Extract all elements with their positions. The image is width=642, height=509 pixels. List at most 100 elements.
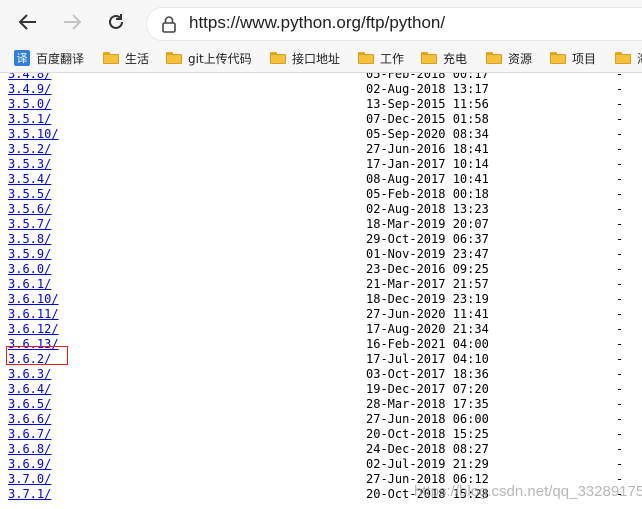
file-size: - [616, 292, 624, 306]
folder-icon [270, 52, 286, 64]
file-size: - [616, 157, 624, 171]
modified-date: 01-Nov-2019 23:47 [366, 247, 489, 261]
directory-link[interactable]: 3.5.10/ [8, 127, 59, 142]
directory-link[interactable]: 3.5.7/ [8, 217, 51, 232]
directory-link[interactable]: 3.5.9/ [8, 247, 51, 262]
directory-link[interactable]: 3.6.4/ [8, 382, 51, 397]
arrow-left-icon [18, 14, 36, 30]
file-size: - [616, 277, 624, 291]
listing-row: 3.6.5/28-Mar-2018 17:35 - [0, 397, 642, 412]
modified-date: 27-Jun-2016 18:41 [366, 142, 489, 156]
directory-link[interactable]: 3.6.9/ [8, 457, 51, 472]
directory-link[interactable]: 3.7.1/ [8, 487, 51, 502]
directory-link[interactable]: 3.6.6/ [8, 412, 51, 427]
listing-row: 3.6.6/27-Jun-2018 06:00 - [0, 412, 642, 427]
modified-date: 02-Jul-2019 21:29 [366, 457, 489, 471]
directory-link[interactable]: 3.4.8/ [8, 73, 51, 82]
bookmark-folder-shenghuo[interactable]: 生活 [103, 48, 149, 68]
modified-date: 02-Aug-2018 13:17 [366, 82, 489, 96]
listing-row: 3.6.3/03-Oct-2017 18:36 - [0, 367, 642, 382]
listing-row: 3.6.1/21-Mar-2017 21:57 - [0, 277, 642, 292]
url-text[interactable]: https://www.python.org/ftp/python/ [189, 13, 445, 33]
bookmark-folder-gongzuo[interactable]: 工作 [358, 48, 404, 68]
bookmarks-bar: 译 百度翻译 生活 git上传代码 接口地址 工作 充电 资源 项目 海 [0, 44, 642, 73]
listing-row: 3.5.5/05-Feb-2018 00:18 - [0, 187, 642, 202]
highlight-box [6, 346, 68, 365]
file-size: - [616, 127, 624, 141]
directory-listing: 3.4.8/05-Feb-2018 00:17 - 3.4.9/02-Aug-20… [0, 73, 642, 509]
directory-link[interactable]: 3.5.5/ [8, 187, 51, 202]
file-size: - [616, 247, 624, 261]
bookmark-label: 接口地址 [292, 51, 341, 66]
file-size: - [616, 367, 624, 381]
directory-link[interactable]: 3.6.10/ [8, 292, 59, 307]
address-bar[interactable]: https://www.python.org/ftp/python/ [146, 7, 642, 41]
file-size: - [616, 97, 624, 111]
listing-row-highlighted: 3.6.13/16-Feb-2021 04:00- [0, 337, 642, 352]
folder-icon [486, 52, 502, 64]
directory-link[interactable]: 3.6.11/ [8, 307, 59, 322]
reload-button[interactable] [102, 8, 130, 36]
file-size: - [616, 262, 624, 276]
modified-date: 24-Dec-2018 08:27 [366, 442, 489, 456]
modified-date: 17-Aug-2020 21:34 [366, 322, 489, 336]
bookmark-folder-chongdian[interactable]: 充电 [421, 48, 467, 68]
bookmark-folder-hai[interactable]: 海 [615, 48, 642, 68]
reload-icon [109, 14, 123, 29]
listing-row: 3.6.12/17-Aug-2020 21:34 - [0, 322, 642, 337]
modified-date: 18-Mar-2019 20:07 [366, 217, 489, 231]
bookmark-baidu-fanyi[interactable]: 译 百度翻译 [14, 48, 84, 68]
file-size: - [616, 142, 624, 156]
modified-date: 21-Mar-2017 21:57 [366, 277, 489, 291]
modified-date: 27-Jun-2020 11:41 [366, 307, 489, 321]
watermark: https://blog.csdn.net/qq_33289175 [414, 483, 642, 500]
directory-link[interactable]: 3.6.12/ [8, 322, 59, 337]
directory-link[interactable]: 3.5.2/ [8, 142, 51, 157]
bookmark-label: git上传代码 [188, 51, 252, 66]
forward-button[interactable] [58, 8, 86, 36]
modified-date: 07-Dec-2015 01:58 [366, 112, 489, 126]
directory-link[interactable]: 3.7.0/ [8, 472, 51, 487]
directory-link[interactable]: 3.6.7/ [8, 427, 51, 442]
file-size: - [616, 397, 624, 411]
listing-row: 3.6.7/20-Oct-2018 15:25 - [0, 427, 642, 442]
file-size: - [616, 457, 624, 471]
listing-row: 3.4.8/05-Feb-2018 00:17 - [0, 73, 642, 82]
bookmark-folder-git[interactable]: git上传代码 [166, 48, 252, 68]
modified-date: 05-Feb-2018 00:18 [366, 187, 489, 201]
browser-toolbar: https://www.python.org/ftp/python/ [0, 0, 642, 44]
directory-link[interactable]: 3.6.3/ [8, 367, 51, 382]
file-size: - [616, 202, 624, 216]
bookmark-label: 资源 [508, 51, 533, 66]
directory-link[interactable]: 3.5.1/ [8, 112, 51, 127]
folder-icon [550, 52, 566, 64]
file-size: - [616, 112, 624, 126]
directory-link[interactable]: 3.6.5/ [8, 397, 51, 412]
directory-link[interactable]: 3.5.8/ [8, 232, 51, 247]
listing-row: 3.6.4/19-Dec-2017 07:20 - [0, 382, 642, 397]
directory-link[interactable]: 3.5.6/ [8, 202, 51, 217]
file-size: - [616, 382, 624, 396]
bookmark-folder-jiekou[interactable]: 接口地址 [270, 48, 340, 68]
directory-link[interactable]: 3.6.8/ [8, 442, 51, 457]
arrow-right-icon [64, 14, 82, 30]
listing-row: 3.5.1/07-Dec-2015 01:58 - [0, 112, 642, 127]
folder-icon [358, 52, 374, 64]
file-size: - [616, 352, 624, 366]
modified-date: 17-Jan-2017 10:14 [366, 157, 489, 171]
modified-date: 08-Aug-2017 10:41 [366, 172, 489, 186]
folder-icon [421, 52, 437, 64]
listing-row: 3.6.11/27-Jun-2020 11:41 - [0, 307, 642, 322]
folder-icon [615, 52, 631, 64]
directory-link[interactable]: 3.6.1/ [8, 277, 51, 292]
file-size: - [616, 337, 624, 351]
bookmark-folder-ziyuan[interactable]: 资源 [486, 48, 532, 68]
directory-link[interactable]: 3.5.3/ [8, 157, 51, 172]
directory-link[interactable]: 3.4.9/ [8, 82, 51, 97]
back-button[interactable] [14, 8, 42, 36]
bookmark-folder-xiangmu[interactable]: 项目 [550, 48, 596, 68]
bookmark-label: 海 [637, 50, 642, 67]
directory-link[interactable]: 3.6.0/ [8, 262, 51, 277]
directory-link[interactable]: 3.5.0/ [8, 97, 51, 112]
directory-link[interactable]: 3.5.4/ [8, 172, 51, 187]
